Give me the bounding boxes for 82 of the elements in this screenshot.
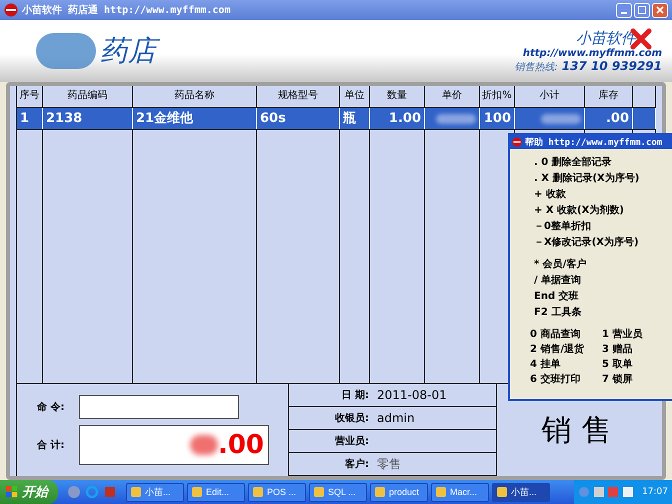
table-cell: 21金维他 (133, 108, 257, 129)
table-cell: 100 (480, 108, 515, 129)
app-icon (191, 486, 203, 498)
app-logo-icon (4, 3, 18, 17)
info-label: 收银员: (334, 412, 369, 425)
maximize-icon (638, 6, 646, 14)
hotline-number: 137 10 939291 (562, 58, 662, 72)
taskbar-button[interactable]: 小苗... (492, 482, 550, 502)
taskbar-button[interactable]: 小苗... (126, 482, 184, 502)
help-command: . 0 删除全部记录 (534, 156, 613, 170)
column-header: 小计 (515, 86, 585, 108)
help-key: 4 挂单 (530, 357, 602, 372)
help-shortcut: End 交班 (534, 289, 580, 304)
browser-icon[interactable] (85, 485, 99, 499)
help-shortcut: / 单据查询 (534, 274, 582, 288)
close-button[interactable] (652, 2, 668, 18)
table-cell: 瓶 (340, 108, 370, 129)
mode-label: 销 售 (542, 412, 612, 450)
app-icon (374, 486, 386, 498)
logo-blob-icon (36, 33, 96, 69)
help-command: + 收款 (534, 188, 567, 202)
maximize-button[interactable] (634, 2, 650, 18)
help-title: 帮助 http://www.myffmm.com (525, 136, 662, 148)
total-label: 合 计: (37, 438, 66, 452)
info-value: 零售 (377, 456, 401, 472)
table-cell: 1 (17, 108, 43, 129)
app-icon (313, 486, 325, 498)
help-command: －0整单折扣 (534, 220, 592, 234)
column-header: 单位 (340, 86, 370, 108)
window-title: 小苗软件 药店通 http://www.myffmm.com (22, 3, 230, 17)
help-key: 2 销售/退货 (530, 342, 602, 357)
help-command: －X修改记录(X为序号) (534, 235, 640, 250)
info-label: 日 期: (340, 388, 369, 402)
info-label: 客户: (344, 457, 369, 471)
quick-launch-icon[interactable] (67, 485, 81, 499)
column-header: 单价 (425, 86, 480, 108)
column-header: 规格型号 (257, 86, 340, 108)
info-value: 2011-08-01 (377, 388, 447, 402)
column-header: 折扣% (480, 86, 515, 108)
help-key: 1 营业员 (602, 327, 672, 342)
taskbar-button[interactable]: Macr... (431, 482, 489, 502)
help-key: 6 交班打印 (530, 372, 602, 387)
help-key: 3 赠品 (602, 342, 672, 357)
app-icon (435, 486, 447, 498)
close-icon (656, 6, 664, 14)
blurred-value (541, 114, 581, 124)
table-cell: 60s (257, 108, 340, 129)
command-label: 命 令: (37, 400, 66, 414)
brand-url: http://www.myffmm.com (522, 48, 662, 58)
app-icon (130, 486, 142, 498)
column-header: 数量 (370, 86, 425, 108)
app-logo-icon (512, 137, 522, 147)
column-header: 库存 (585, 86, 633, 108)
total-field: .00 (79, 425, 269, 465)
taskbar-button[interactable]: product (370, 482, 428, 502)
info-label: 营业员: (334, 434, 369, 448)
column-header: 药品编码 (43, 86, 133, 108)
minimize-button[interactable] (616, 2, 632, 18)
table-cell: 1.00 (370, 108, 425, 129)
command-field[interactable] (79, 395, 239, 419)
blurred-value (436, 114, 476, 124)
help-shortcut: * 会员/客户 (534, 257, 588, 272)
taskbar-button[interactable]: Edit... (187, 482, 245, 502)
windows-logo-icon (6, 485, 18, 499)
app-icon (252, 486, 264, 498)
taskbar-button[interactable]: SQL ... (309, 482, 367, 502)
info-value: admin (377, 411, 415, 425)
taskbar-button[interactable]: POS ... (248, 482, 306, 502)
app-icon (496, 486, 508, 498)
table-cell: .00 (585, 108, 633, 129)
help-command: . X 删除记录(X为序号) (534, 171, 640, 186)
hotline-label: 销售热线: (514, 60, 558, 74)
help-shortcut: F2 工具条 (534, 306, 582, 320)
help-key: 7 锁屏 (602, 372, 672, 387)
table-cell: 2138 (43, 108, 133, 129)
help-key: 5 取单 (602, 357, 672, 372)
clock: 17:07 (642, 487, 668, 497)
help-key: 0 商品查询 (530, 327, 602, 342)
column-header: 序号 (17, 86, 43, 108)
start-button[interactable]: 开始 (0, 480, 58, 504)
column-header: 药品名称 (133, 86, 257, 108)
help-command: + X 收款(X为剂数) (534, 204, 625, 218)
